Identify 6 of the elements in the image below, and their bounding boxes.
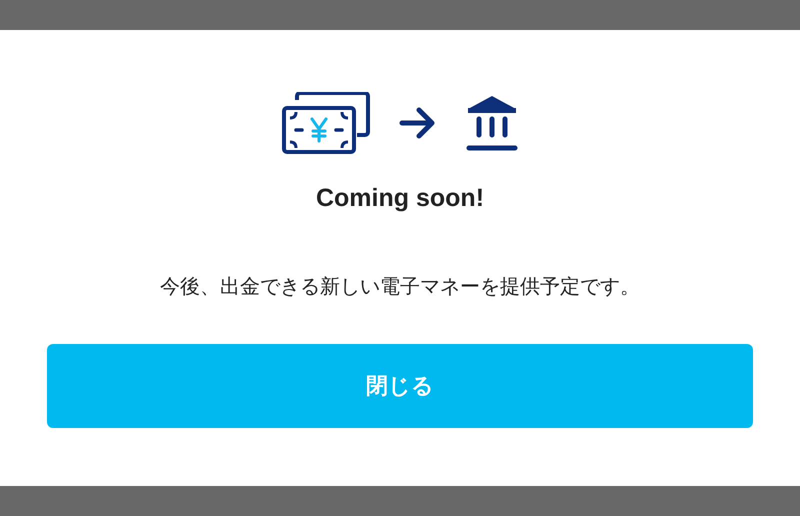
bank-icon (465, 93, 519, 153)
arrow-icon (399, 106, 437, 140)
dialog-title: Coming soon! (316, 184, 484, 213)
banknote-icon (281, 92, 371, 154)
close-button[interactable]: 閉じる (47, 344, 753, 428)
dialog-message: 今後、出金できる新しい電子マネーを提供予定です。 (160, 273, 640, 300)
